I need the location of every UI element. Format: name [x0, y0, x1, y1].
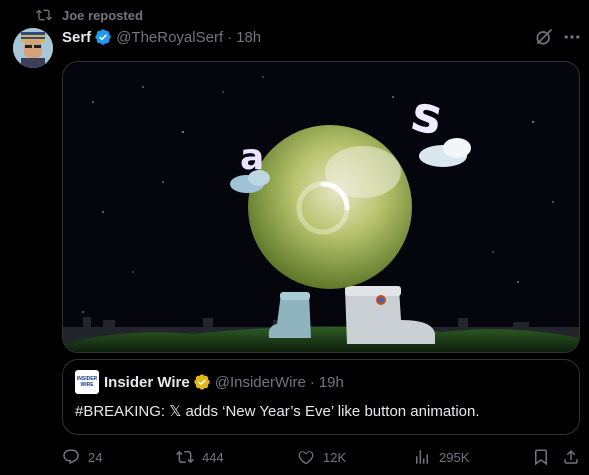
post-header: Serf @TheRoyalSerf · 18h [62, 27, 261, 47]
action-bar: 24 444 12K 295K [62, 447, 582, 467]
repost-label: Joe reposted [62, 7, 143, 23]
repost-icon [36, 9, 52, 21]
quoted-post-text: #BREAKING: 𝕏 adds ‘New Year’s Eve’ like … [75, 403, 480, 420]
quoted-author-name[interactable]: Insider Wire [104, 374, 190, 391]
share-icon[interactable] [562, 448, 580, 466]
repost-count: 444 [202, 449, 224, 465]
grok-icon[interactable] [534, 27, 554, 47]
video-player[interactable]: a s [62, 61, 580, 353]
repost-icon [176, 450, 194, 464]
views-chart-icon [416, 450, 428, 464]
reply-count: 24 [88, 449, 103, 465]
reply-button[interactable]: 24 [62, 447, 102, 467]
verified-badge-icon[interactable] [94, 28, 112, 46]
reply-icon [63, 449, 79, 465]
heart-icon [298, 451, 314, 465]
views-button[interactable]: 295K [413, 447, 469, 467]
quoted-post-time[interactable]: 19h [319, 374, 344, 391]
quoted-author-handle[interactable]: @InsiderWire [215, 374, 306, 391]
avatar[interactable] [13, 28, 53, 68]
svg-text:a: a [240, 137, 264, 178]
gold-verified-badge-icon[interactable] [193, 373, 211, 391]
insider-wire-logo[interactable]: INSIDER WIRE [75, 370, 99, 394]
loading-spinner-icon [296, 181, 350, 235]
repost-indicator[interactable]: Joe reposted [36, 6, 143, 24]
like-count: 12K [323, 449, 347, 465]
post-time[interactable]: 18h [236, 29, 261, 46]
author-handle[interactable]: @TheRoyalSerf [116, 29, 223, 46]
quoted-post-header: INSIDER WIRE Insider Wire @InsiderWire ·… [75, 370, 344, 394]
like-button[interactable]: 12K [297, 447, 346, 467]
views-count: 295K [439, 449, 470, 465]
repost-button[interactable]: 444 [176, 447, 224, 467]
more-options-icon[interactable] [562, 27, 582, 47]
bookmark-icon[interactable] [532, 448, 550, 466]
quoted-post[interactable]: INSIDER WIRE Insider Wire @InsiderWire ·… [62, 359, 580, 435]
author-name[interactable]: Serf [62, 29, 91, 46]
separator-dot: · [227, 28, 233, 46]
separator-dot: · [309, 373, 315, 391]
